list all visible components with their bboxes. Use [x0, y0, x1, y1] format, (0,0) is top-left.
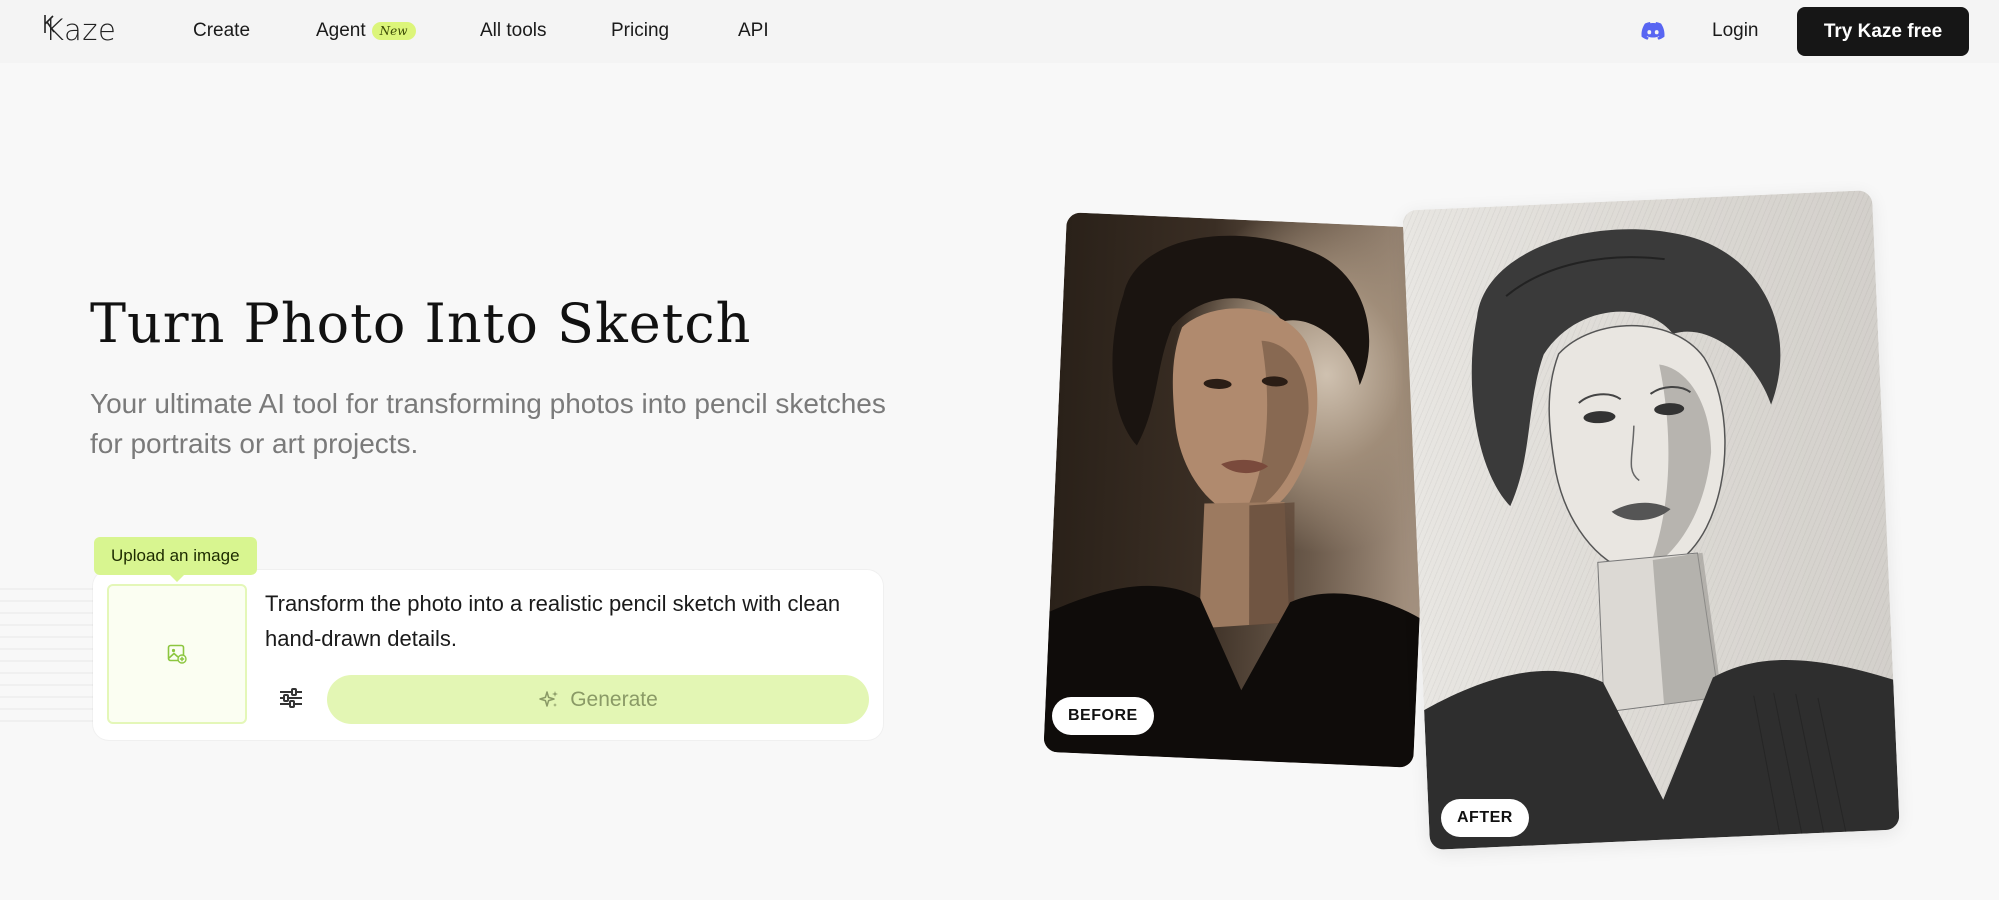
logo-mark-icon [44, 15, 55, 33]
upload-tooltip: Upload an image [94, 537, 257, 582]
nav-agent[interactable]: Agent New [316, 20, 416, 42]
login-link[interactable]: Login [1712, 20, 1759, 42]
page-title: Turn Photo Into Sketch [90, 292, 752, 355]
generate-label: Generate [570, 687, 658, 711]
hero-subtitle: Your ultimate AI tool for transforming p… [90, 388, 886, 459]
logo-text: Kaze [45, 13, 117, 47]
generate-button[interactable]: Generate [327, 675, 869, 724]
nav-all-tools-label: All tools [480, 20, 547, 41]
sparkle-icon [539, 690, 559, 707]
nav-all-tools[interactable]: All tools [480, 20, 547, 42]
sliders-icon[interactable] [277, 686, 305, 710]
nav-pricing-label: Pricing [611, 20, 670, 41]
nav-create-label: Create [193, 20, 251, 41]
before-image [1043, 212, 1437, 768]
kaze-logo[interactable]: Kaze [44, 12, 116, 48]
after-label: AFTER [1441, 799, 1529, 837]
nav-create[interactable]: Create [193, 20, 250, 42]
top-nav: Kaze Create Agent New All tools Pricing … [0, 0, 1999, 63]
before-portrait [1043, 235, 1420, 768]
nav-agent-label: Agent [316, 20, 366, 41]
new-badge: New [371, 22, 416, 40]
nav-api-label: API [738, 20, 769, 41]
before-label: BEFORE [1052, 697, 1154, 735]
nav-pricing[interactable]: Pricing [611, 20, 669, 42]
after-image [1402, 190, 1900, 850]
prompt-input[interactable]: Transform the photo into a realistic pen… [265, 586, 865, 656]
nav-api[interactable]: API [738, 20, 769, 42]
upload-image-button[interactable] [107, 584, 247, 724]
after-portrait [1424, 229, 1900, 850]
image-add-icon [167, 644, 187, 664]
try-kaze-free-button[interactable]: Try Kaze free [1797, 7, 1969, 56]
discord-icon[interactable] [1641, 21, 1665, 41]
